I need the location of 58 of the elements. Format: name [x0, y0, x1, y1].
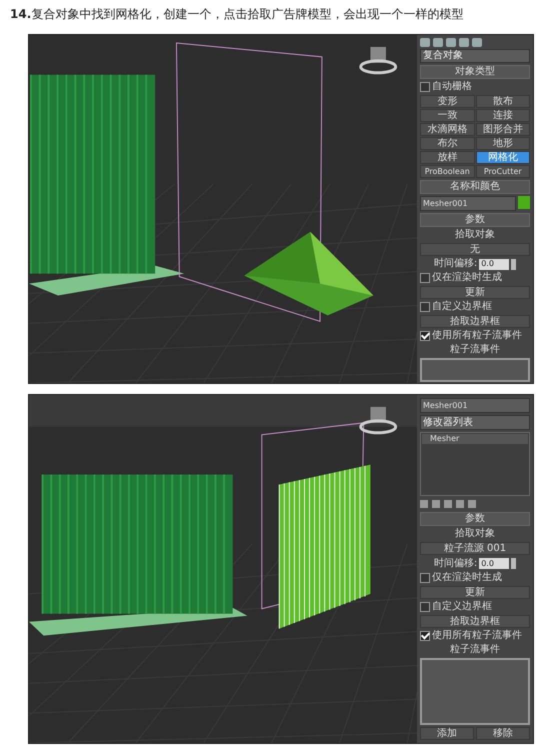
checkbox-label: 使用所有粒子流事件 — [432, 330, 522, 342]
checkbox-label: 仅在渲染时生成 — [432, 272, 502, 284]
object-type-button[interactable]: 地形 — [476, 137, 530, 150]
checkbox[interactable] — [420, 302, 430, 312]
rollout-header[interactable]: 名称和颜色 — [420, 180, 530, 194]
panel-label: 拾取对象 — [454, 229, 496, 241]
panel-button[interactable]: 更新 — [420, 286, 530, 299]
spinner-label: 时间偏移: — [434, 258, 478, 270]
object-type-button[interactable]: 水滴网格 — [420, 123, 474, 136]
event-list[interactable] — [420, 358, 530, 382]
object-type-button[interactable]: 连接 — [476, 109, 530, 122]
checkbox-label: 使用所有粒子流事件 — [432, 630, 522, 642]
object-type-button[interactable]: ProBoolean — [420, 165, 474, 178]
rollout-header[interactable]: 对象类型 — [420, 65, 530, 79]
rollout-header[interactable]: 参数 — [420, 512, 530, 526]
panel-button[interactable]: 移除 — [476, 727, 530, 740]
object-type-button[interactable]: 图形合并 — [476, 123, 530, 136]
panel-button[interactable]: 添加 — [420, 727, 474, 740]
checkbox[interactable] — [420, 573, 430, 583]
event-list[interactable] — [420, 658, 530, 725]
spinner-field[interactable]: 0.0 — [479, 558, 510, 569]
modifier-stack[interactable]: Mesher — [420, 432, 530, 496]
panel-button[interactable]: 无 — [420, 243, 530, 256]
object-type-button[interactable]: 变形 — [420, 95, 474, 108]
checkbox[interactable] — [420, 273, 430, 283]
panel-button[interactable]: 更新 — [420, 586, 530, 599]
checkbox[interactable] — [420, 602, 430, 612]
panel-label: 拾取对象 — [454, 528, 496, 540]
checkbox-label: 仅在渲染时生成 — [432, 572, 502, 584]
object-type-button[interactable]: 网格化 — [476, 151, 530, 164]
object-type-button[interactable]: 布尔 — [420, 137, 474, 150]
checkbox[interactable] — [420, 331, 430, 341]
color-swatch[interactable] — [518, 196, 530, 209]
object-type-button[interactable]: ProCutter — [476, 165, 530, 178]
checkbox-label: 自动栅格 — [432, 81, 472, 93]
rollout-header[interactable]: 参数 — [420, 213, 530, 227]
panel-button[interactable]: 拾取边界框 — [420, 315, 530, 328]
spinner-arrows-icon[interactable] — [511, 258, 516, 270]
panel-label: 粒子流事件 — [449, 344, 501, 356]
checkbox-label: 自定义边界框 — [432, 301, 492, 313]
checkbox[interactable] — [420, 631, 430, 641]
checkbox[interactable] — [420, 82, 430, 92]
object-type-button[interactable]: 散布 — [476, 95, 530, 108]
object-type-button[interactable]: 放样 — [420, 151, 474, 164]
spinner-field[interactable]: 0.0 — [479, 258, 510, 270]
panel-label: 粒子流事件 — [449, 644, 501, 656]
spinner-label: 时间偏移: — [434, 558, 478, 570]
object-type-button[interactable]: 一致 — [420, 109, 474, 122]
name-field[interactable]: Mesher001 — [420, 196, 516, 211]
panel-button[interactable]: 粒子流源 001 — [420, 542, 530, 555]
name-field[interactable]: Mesher001 — [420, 398, 530, 413]
step-heading: 14.复合对象中找到网格化，创建一个，点击拾取广告牌模型，会出现一个一样的模型 — [10, 6, 464, 23]
modifier-item[interactable]: Mesher — [422, 434, 528, 444]
dropdown[interactable]: 复合对象 — [420, 49, 530, 63]
spinner-arrows-icon[interactable] — [511, 558, 516, 569]
dropdown[interactable]: 修改器列表 — [420, 415, 530, 430]
checkbox-label: 自定义边界框 — [432, 601, 492, 613]
panel-button[interactable]: 拾取边界框 — [420, 615, 530, 628]
